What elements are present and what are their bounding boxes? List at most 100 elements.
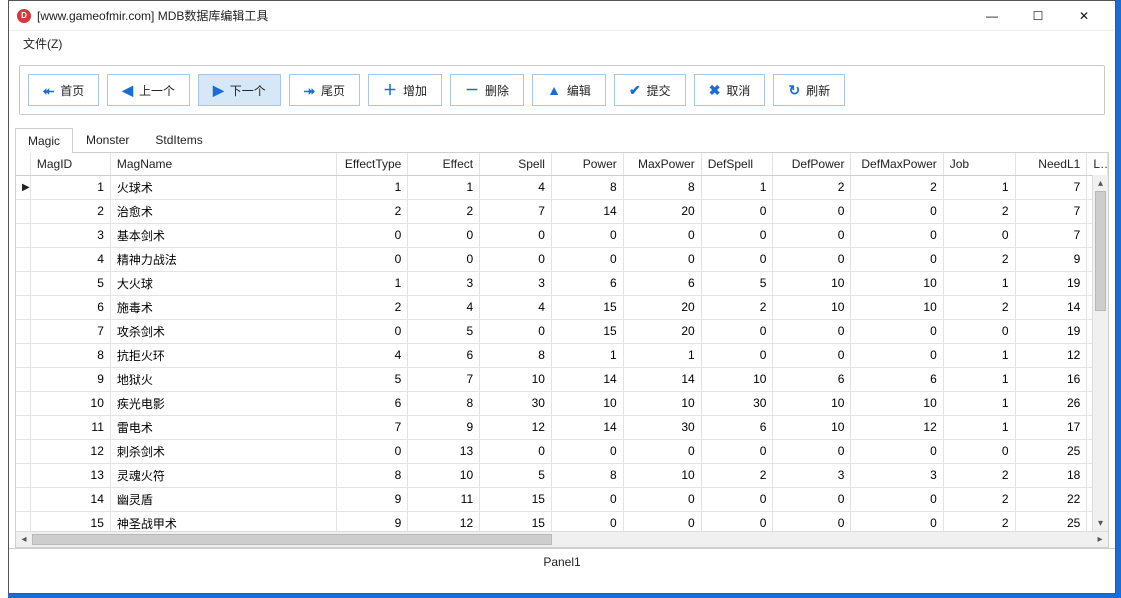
cell-magid[interactable]: 12 [30,439,110,463]
cell-spell[interactable]: 10 [480,367,552,391]
cell-maxpower[interactable]: 1 [623,343,701,367]
cell-magname[interactable]: 大火球 [110,271,336,295]
col-effecttype[interactable]: EffectType [336,153,408,175]
cell-spell[interactable]: 15 [480,511,552,531]
cell-job[interactable]: 1 [943,175,1015,199]
cell-power[interactable]: 8 [551,463,623,487]
cell-defspell[interactable]: 5 [701,271,773,295]
table-row[interactable]: 12刺杀剑术013000000025 [16,439,1108,463]
cell-needl1[interactable]: 9 [1015,247,1087,271]
col-magname[interactable]: MagName [110,153,336,175]
cell-magname[interactable]: 精神力战法 [110,247,336,271]
cell-defspell[interactable]: 0 [701,247,773,271]
cell-job[interactable]: 0 [943,223,1015,247]
cell-defmaxpower[interactable]: 2 [851,175,943,199]
last-button[interactable]: ⯮尾页 [289,74,360,106]
cell-maxpower[interactable]: 0 [623,247,701,271]
cell-defmaxpower[interactable]: 0 [851,487,943,511]
scroll-right-icon[interactable]: ▸ [1092,532,1108,547]
cell-defspell[interactable]: 10 [701,367,773,391]
cell-effecttype[interactable]: 0 [336,319,408,343]
cell-job[interactable]: 2 [943,511,1015,531]
cell-maxpower[interactable]: 20 [623,199,701,223]
cell-effecttype[interactable]: 6 [336,391,408,415]
cell-power[interactable]: 14 [551,367,623,391]
cell-defmaxpower[interactable]: 0 [851,511,943,531]
cell-effect[interactable]: 3 [408,271,480,295]
col-marker[interactable] [16,153,30,175]
cell-effect[interactable]: 6 [408,343,480,367]
cell-power[interactable]: 14 [551,199,623,223]
cell-magid[interactable]: 4 [30,247,110,271]
cell-job[interactable]: 1 [943,367,1015,391]
cell-power[interactable]: 6 [551,271,623,295]
cell-spell[interactable]: 0 [480,439,552,463]
cell-defpower[interactable]: 0 [773,511,851,531]
cell-effect[interactable]: 13 [408,439,480,463]
cell-spell[interactable]: 0 [480,223,552,247]
cell-job[interactable]: 1 [943,415,1015,439]
cell-maxpower[interactable]: 30 [623,415,701,439]
cell-needl1[interactable]: 25 [1015,439,1087,463]
cell-effecttype[interactable]: 9 [336,511,408,531]
cell-needl1[interactable]: 19 [1015,271,1087,295]
minimize-button[interactable]: — [969,1,1015,31]
tab-magic[interactable]: Magic [15,128,73,153]
cell-magname[interactable]: 疾光电影 [110,391,336,415]
cell-job[interactable]: 1 [943,391,1015,415]
table-row[interactable]: 5大火球1336651010119 [16,271,1108,295]
cell-magid[interactable]: 3 [30,223,110,247]
cell-spell[interactable]: 5 [480,463,552,487]
cancel-button[interactable]: ✖取消 [694,74,766,106]
next-button[interactable]: ▶下一个 [198,74,281,106]
vscroll-thumb[interactable] [1095,191,1106,311]
cell-defpower[interactable]: 3 [773,463,851,487]
cell-defpower[interactable]: 10 [773,271,851,295]
close-button[interactable]: ✕ [1061,1,1107,31]
cell-defspell[interactable]: 2 [701,295,773,319]
cell-defspell[interactable]: 0 [701,319,773,343]
cell-needl1[interactable]: 22 [1015,487,1087,511]
cell-magname[interactable]: 地狱火 [110,367,336,391]
cell-magid[interactable]: 15 [30,511,110,531]
table-row[interactable]: 13灵魂火符8105810233218 [16,463,1108,487]
cell-needl1[interactable]: 26 [1015,391,1087,415]
cell-magname[interactable]: 火球术 [110,175,336,199]
cell-power[interactable]: 1 [551,343,623,367]
scroll-up-icon[interactable]: ▴ [1093,175,1108,191]
cell-job[interactable]: 1 [943,271,1015,295]
col-defspell[interactable]: DefSpell [701,153,773,175]
cell-magid[interactable]: 6 [30,295,110,319]
cell-effect[interactable]: 12 [408,511,480,531]
cell-needl1[interactable]: 7 [1015,199,1087,223]
prev-button[interactable]: ◀上一个 [107,74,190,106]
cell-magname[interactable]: 施毒术 [110,295,336,319]
cell-needl1[interactable]: 18 [1015,463,1087,487]
cell-defspell[interactable]: 1 [701,175,773,199]
cell-effecttype[interactable]: 9 [336,487,408,511]
table-row[interactable]: 6施毒术244152021010214 [16,295,1108,319]
cell-effect[interactable]: 0 [408,247,480,271]
cell-spell[interactable]: 4 [480,175,552,199]
cell-effect[interactable]: 10 [408,463,480,487]
cell-magid[interactable]: 5 [30,271,110,295]
cell-maxpower[interactable]: 0 [623,223,701,247]
cell-defmaxpower[interactable]: 0 [851,343,943,367]
cell-effecttype[interactable]: 7 [336,415,408,439]
cell-effect[interactable]: 7 [408,367,480,391]
cell-defpower[interactable]: 0 [773,343,851,367]
cell-spell[interactable]: 8 [480,343,552,367]
menu-file[interactable]: 文件(Z) [17,33,68,54]
horizontal-scrollbar[interactable]: ◂ ▸ [16,531,1108,547]
cell-maxpower[interactable]: 10 [623,463,701,487]
cell-effecttype[interactable]: 0 [336,223,408,247]
delete-button[interactable]: －删除 [450,74,524,106]
cell-maxpower[interactable]: 14 [623,367,701,391]
cell-defmaxpower[interactable]: 0 [851,319,943,343]
table-row[interactable]: 3基本剑术0000000007 [16,223,1108,247]
cell-needl1[interactable]: 7 [1015,223,1087,247]
table-row[interactable]: 4精神力战法0000000029 [16,247,1108,271]
cell-magid[interactable]: 10 [30,391,110,415]
table-row[interactable]: 8抗拒火环46811000112 [16,343,1108,367]
cell-defmaxpower[interactable]: 0 [851,247,943,271]
